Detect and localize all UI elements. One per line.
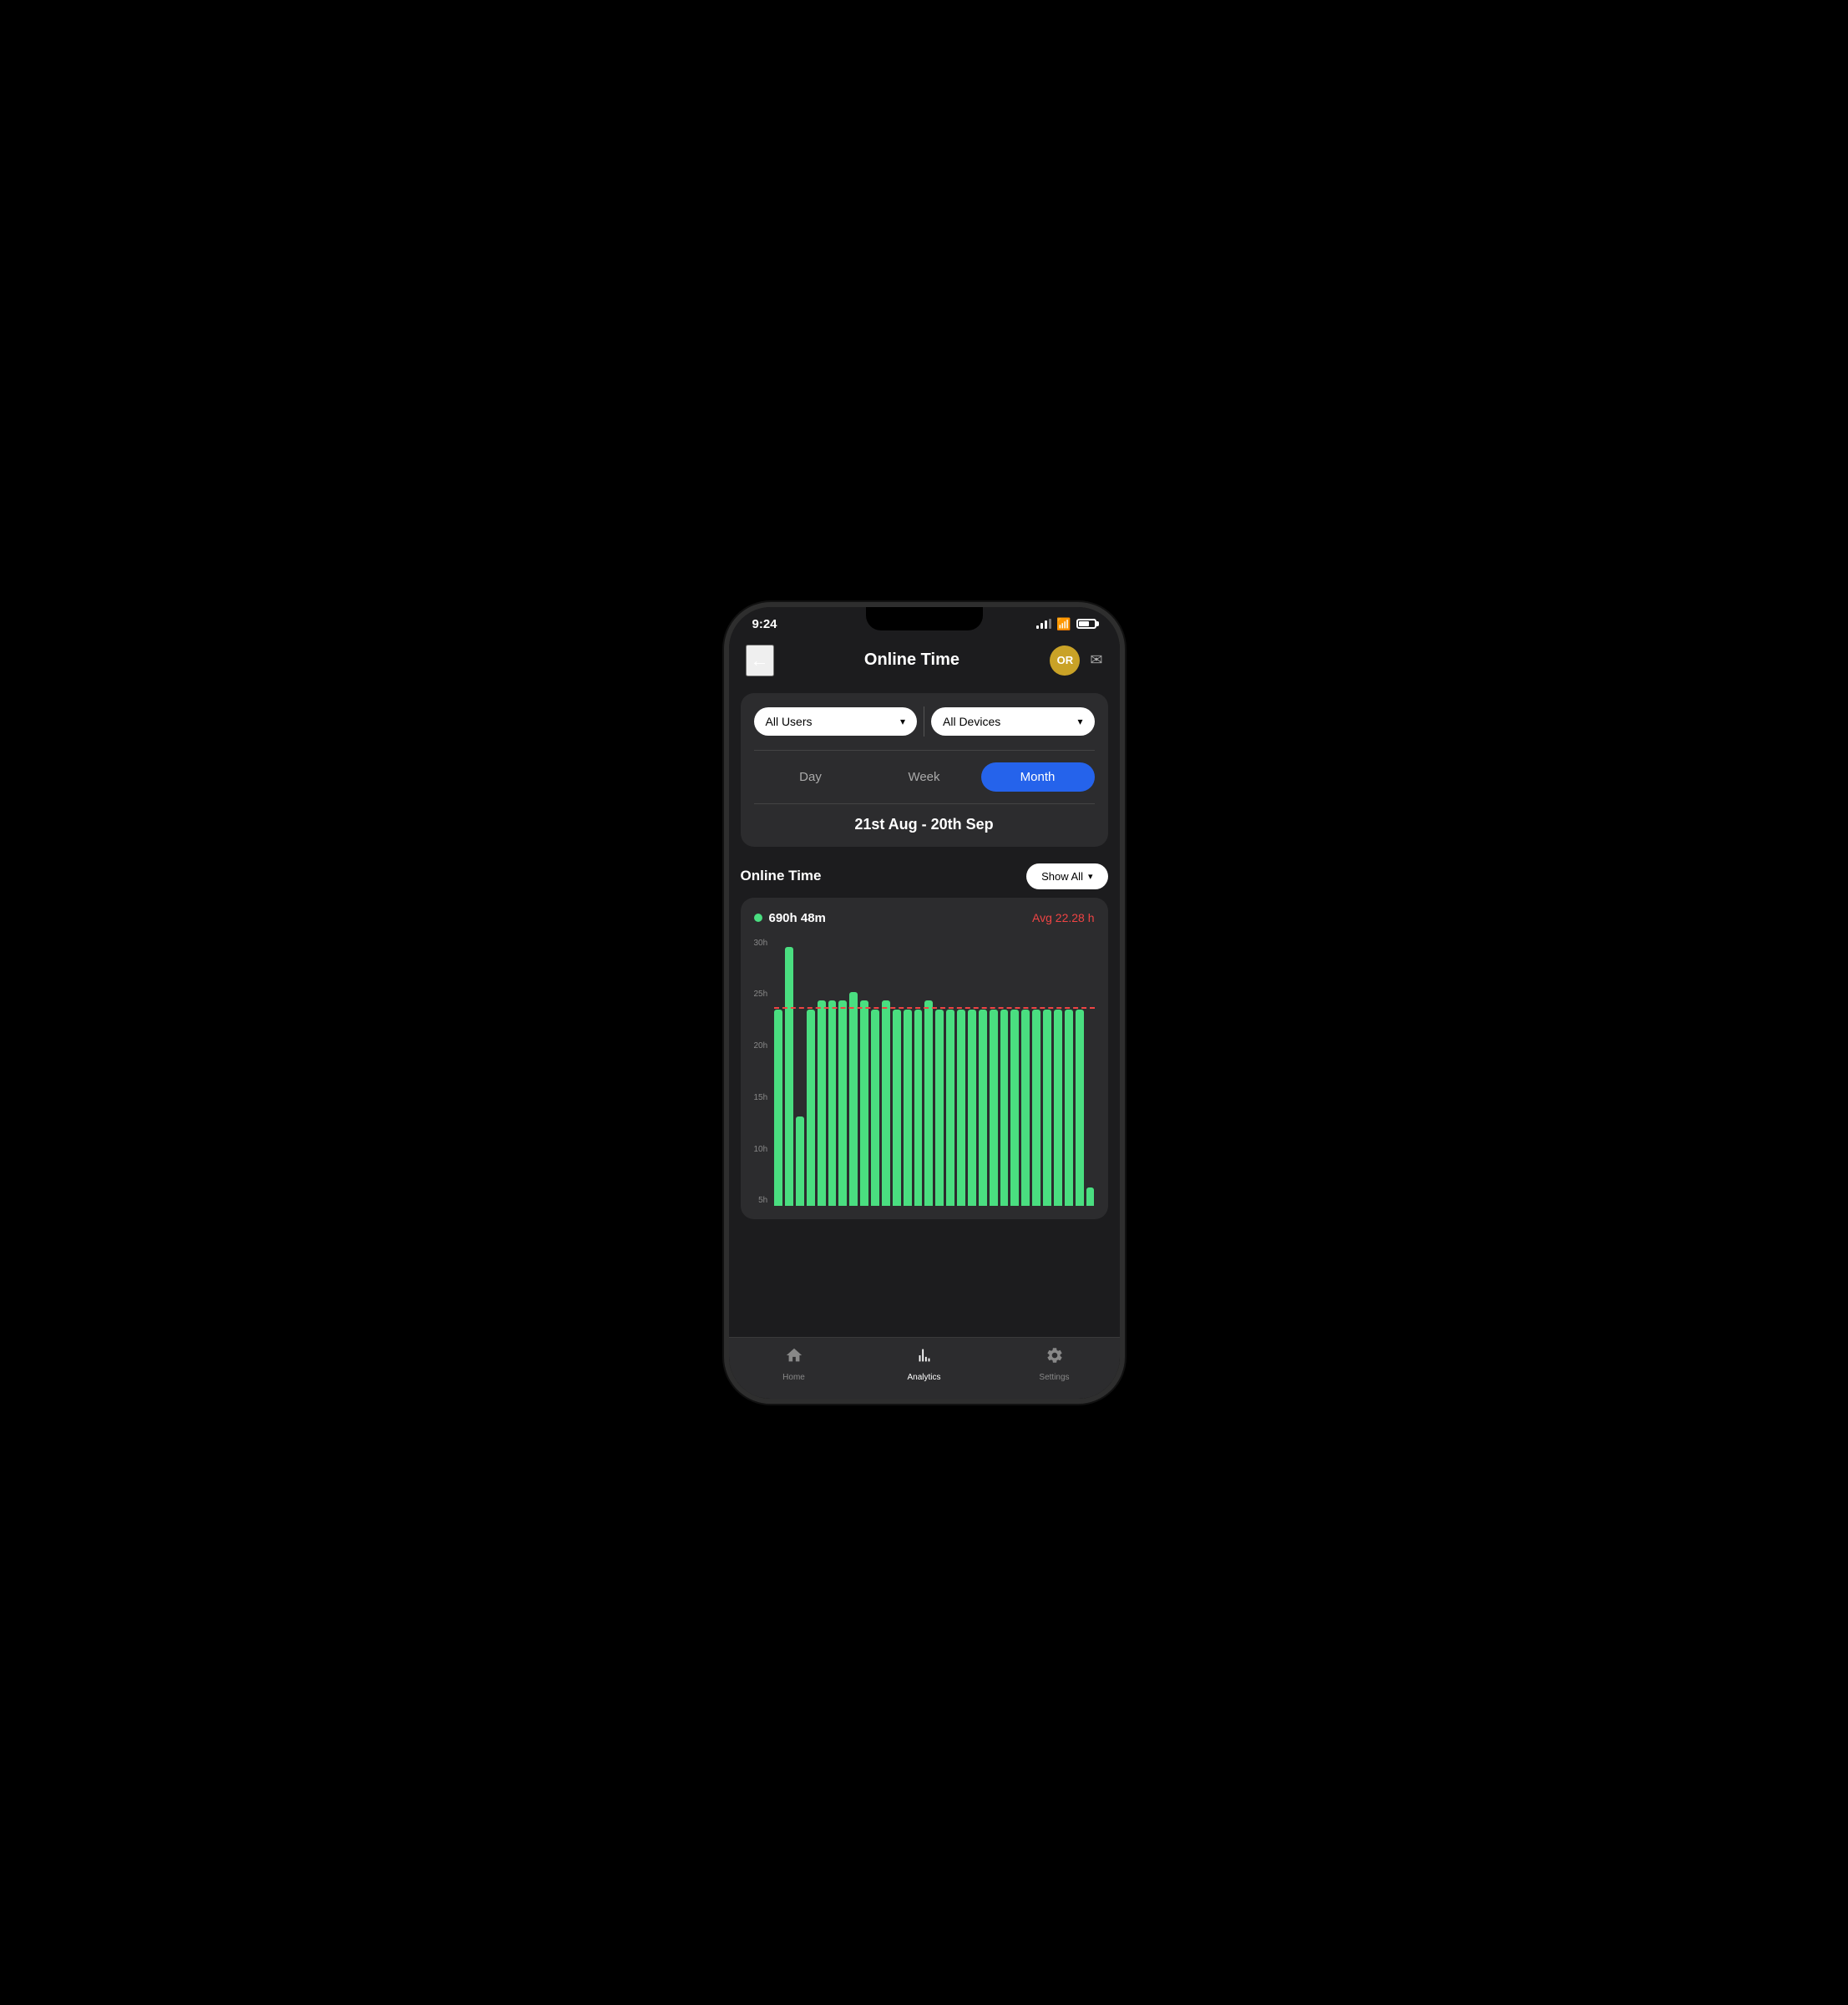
y-label-15: 15h — [754, 1093, 768, 1102]
bar — [1065, 1010, 1073, 1206]
tab-day[interactable]: Day — [754, 762, 868, 792]
y-axis: 30h 25h 20h 15h 10h 5h — [754, 939, 775, 1206]
nav-item-settings[interactable]: Settings — [990, 1346, 1120, 1382]
bar — [882, 1000, 890, 1205]
chart-total-value: 690h 48m — [769, 911, 826, 925]
bar — [893, 1010, 901, 1206]
bar — [1076, 1010, 1084, 1206]
bar — [1021, 1010, 1030, 1206]
section-header: Online Time Show All ▾ — [729, 853, 1120, 898]
y-label-5: 5h — [754, 1196, 768, 1205]
chevron-down-icon: ▾ — [900, 716, 905, 727]
bar — [1010, 1010, 1019, 1206]
bar — [796, 1116, 804, 1206]
y-label-20: 20h — [754, 1041, 768, 1051]
chart-avg-label: Avg 22.28 h — [1032, 911, 1094, 924]
devices-dropdown[interactable]: All Devices ▾ — [931, 707, 1095, 736]
nav-item-home[interactable]: Home — [729, 1346, 859, 1382]
show-all-button[interactable]: Show All ▾ — [1026, 863, 1107, 889]
bar — [914, 1010, 923, 1206]
filter-dropdowns: All Users ▾ All Devices ▾ — [754, 706, 1095, 737]
scroll-content: All Users ▾ All Devices ▾ Day Week Month — [729, 686, 1120, 1337]
notch — [866, 607, 983, 630]
app-header: ← Online Time OR ✉ — [729, 636, 1120, 686]
home-nav-label: Home — [782, 1373, 805, 1382]
bar — [860, 1000, 868, 1205]
page-title: Online Time — [864, 651, 959, 670]
bar — [946, 1010, 954, 1206]
tab-week[interactable]: Week — [868, 762, 981, 792]
legend-dot — [754, 914, 762, 922]
nav-item-analytics[interactable]: Analytics — [859, 1346, 990, 1382]
period-divider-2 — [754, 803, 1095, 804]
bar — [774, 1010, 782, 1206]
chart-legend: 690h 48m Avg 22.28 h — [754, 911, 1095, 925]
y-label-10: 10h — [754, 1145, 768, 1154]
y-label-25: 25h — [754, 990, 768, 999]
mail-icon[interactable]: ✉ — [1090, 651, 1102, 669]
chevron-down-icon: ▾ — [1088, 871, 1093, 882]
bars-container — [774, 939, 1094, 1206]
home-nav-icon — [785, 1346, 803, 1370]
bar — [818, 1000, 826, 1205]
phone-shell: 9:24 📶 ← Online Time OR ✉ — [724, 602, 1125, 1404]
filter-card: All Users ▾ All Devices ▾ Day Week Month — [741, 693, 1108, 847]
bar — [849, 992, 858, 1206]
bar — [990, 1010, 998, 1206]
wifi-icon: 📶 — [1056, 617, 1071, 631]
legend-left: 690h 48m — [754, 911, 826, 925]
bar — [1054, 1010, 1062, 1206]
battery-fill — [1079, 621, 1090, 626]
bar — [838, 1000, 847, 1205]
bar — [807, 1010, 815, 1206]
period-tabs: Day Week Month — [754, 762, 1095, 792]
bar-chart: 30h 25h 20h 15h 10h 5h — [754, 939, 1095, 1206]
analytics-nav-icon — [915, 1346, 934, 1370]
bar — [1086, 1187, 1095, 1205]
bar — [1000, 1010, 1009, 1206]
section-title: Online Time — [741, 868, 822, 884]
bar — [957, 1010, 965, 1206]
phone-screen: 9:24 📶 ← Online Time OR ✉ — [729, 607, 1120, 1399]
chart-area — [774, 939, 1094, 1206]
bar — [871, 1010, 879, 1206]
signal-bars-icon — [1036, 619, 1051, 629]
analytics-nav-label: Analytics — [907, 1373, 940, 1382]
bar — [828, 1000, 837, 1205]
chart-card: 690h 48m Avg 22.28 h 30h 25h 20h 15h 10h… — [741, 898, 1108, 1219]
status-time: 9:24 — [752, 617, 777, 631]
bar — [924, 1000, 933, 1205]
users-dropdown[interactable]: All Users ▾ — [754, 707, 918, 736]
y-label-30: 30h — [754, 939, 768, 948]
bar — [1043, 1010, 1051, 1206]
date-range: 21st Aug - 20th Sep — [754, 816, 1095, 833]
tab-month[interactable]: Month — [981, 762, 1095, 792]
avatar-button[interactable]: OR — [1050, 646, 1080, 676]
back-button[interactable]: ← — [746, 645, 774, 676]
bar — [968, 1010, 976, 1206]
settings-nav-label: Settings — [1039, 1373, 1069, 1382]
chevron-down-icon: ▾ — [1077, 716, 1082, 727]
settings-nav-icon — [1046, 1346, 1064, 1370]
bar — [979, 1010, 987, 1206]
bar — [904, 1010, 912, 1206]
header-actions: OR ✉ — [1050, 646, 1102, 676]
status-bar: 9:24 📶 — [729, 607, 1120, 636]
bar — [1032, 1010, 1040, 1206]
bottom-nav: Home Analytics Settings — [729, 1337, 1120, 1399]
battery-icon — [1076, 619, 1096, 629]
bar — [785, 947, 793, 1205]
status-icons: 📶 — [1036, 617, 1096, 631]
bar — [935, 1010, 944, 1206]
period-divider — [754, 750, 1095, 751]
